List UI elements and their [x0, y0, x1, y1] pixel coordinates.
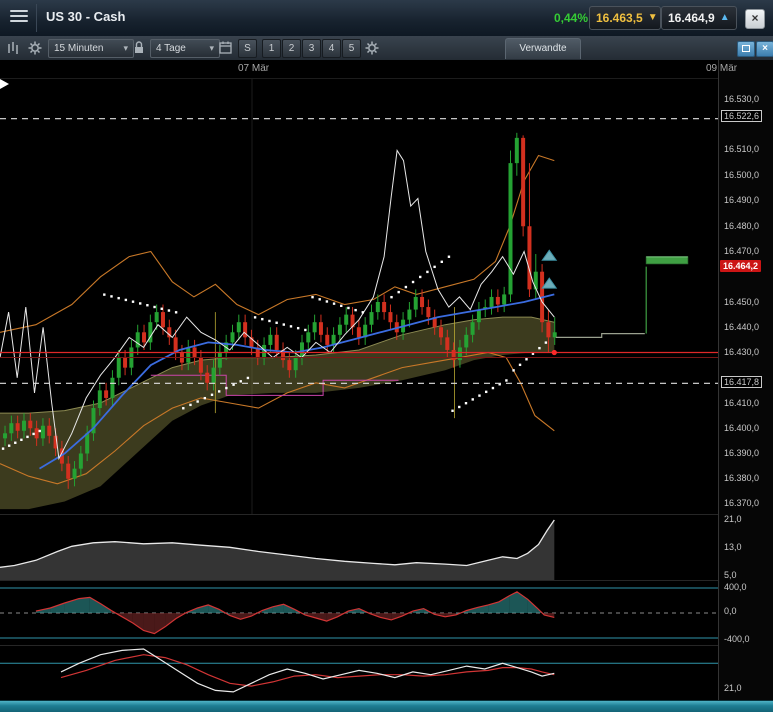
axis-label: 16.410,0 — [724, 398, 759, 408]
axis-label: 16.470,0 — [724, 246, 759, 256]
buy-arrow-icon: ▲ — [720, 13, 730, 23]
preset-button-5[interactable]: 5 — [342, 39, 361, 58]
axis-label: 16.430,0 — [724, 347, 759, 357]
app-window: US 30 - Cash 0,44% 16.463,5 ▼ 16.464,9 ▲… — [0, 0, 773, 712]
axis-label: 16.450,0 — [724, 297, 759, 307]
timeframe-value: 15 Minuten — [54, 43, 103, 54]
axis-label: 16.490,0 — [724, 195, 759, 205]
axis-label: 16.400,0 — [724, 423, 759, 433]
chevron-down-icon: ▾ — [209, 43, 214, 54]
chevron-down-icon: ▾ — [123, 43, 128, 54]
indicator-panel-2[interactable] — [0, 580, 718, 645]
axis-label: 16.380,0 — [724, 473, 759, 483]
chart-toolbar: 15 Minuten ▾ 4 Tage ▾ S12345 Verwandte × — [0, 36, 773, 61]
axis-label: -400,0 — [724, 634, 750, 644]
separator — [0, 645, 773, 646]
separator — [0, 580, 773, 581]
axis-label: 16.530,0 — [724, 94, 759, 104]
axis-label: 16.390,0 — [724, 448, 759, 458]
preset-button-1[interactable]: 1 — [262, 39, 281, 58]
axis-label: 16.480,0 — [724, 221, 759, 231]
axis-label: 21,0 — [724, 514, 742, 524]
chart-type-icon[interactable] — [5, 40, 21, 56]
separator — [0, 514, 773, 515]
price-axis[interactable]: 16.530,0 16.522,6 16.510,0 16.500,0 16.490,0… — [718, 60, 773, 700]
time-axis-label: 07 Mär — [238, 63, 269, 74]
preset-button-2[interactable]: 2 — [282, 39, 301, 58]
price-chart[interactable] — [0, 60, 718, 514]
axis-label: 400,0 — [724, 582, 747, 592]
time-axis-label: 09 Mär — [706, 63, 737, 74]
calendar-icon[interactable] — [218, 40, 234, 56]
buy-button[interactable]: 16.464,9 ▲ — [661, 6, 737, 30]
axis-label: 16.370,0 — [724, 498, 759, 508]
change-percent: 0,44% — [540, 11, 588, 25]
current-price-label: 16.464,2 — [720, 260, 761, 272]
window-close-icon[interactable]: × — [756, 41, 773, 57]
header-bar: US 30 - Cash 0,44% 16.463,5 ▼ 16.464,9 ▲… — [0, 0, 773, 37]
axis-label: 16.510,0 — [724, 144, 759, 154]
axis-label: 5,0 — [724, 570, 737, 580]
sell-arrow-icon: ▼ — [648, 13, 658, 23]
preset-button-3[interactable]: 3 — [302, 39, 321, 58]
chart-settings-gear-icon[interactable] — [27, 40, 43, 56]
axis-label: 21,0 — [724, 683, 742, 693]
window-restore-icon[interactable] — [737, 41, 755, 57]
axis-label: 0,0 — [724, 606, 737, 616]
range-value: 4 Tage — [156, 43, 186, 54]
sell-price: 16.463,5 — [596, 11, 643, 25]
chart-canvas[interactable] — [0, 60, 718, 700]
related-tab[interactable]: Verwandte — [505, 38, 581, 59]
chart-scroll-arrow-icon[interactable] — [0, 79, 9, 89]
close-icon: × — [751, 11, 758, 25]
range-dropdown[interactable]: 4 Tage ▾ — [150, 39, 220, 58]
menu-icon[interactable] — [10, 10, 28, 24]
preset-button-4[interactable]: 4 — [322, 39, 341, 58]
axis-label: 16.417,8 — [721, 376, 762, 388]
indicator-panel-3[interactable] — [0, 645, 718, 700]
axis-label: 16.500,0 — [724, 170, 759, 180]
buy-price: 16.464,9 — [668, 11, 715, 25]
indicator-panel-1[interactable] — [0, 514, 718, 580]
header-divider — [36, 4, 37, 32]
sell-button[interactable]: 16.463,5 ▼ — [589, 6, 661, 30]
lock-icon[interactable] — [132, 40, 148, 56]
separator — [0, 78, 773, 79]
indicator-gear-icon[interactable] — [364, 40, 380, 56]
axis-label: 16.440,0 — [724, 322, 759, 332]
instrument-title: US 30 - Cash — [46, 9, 125, 24]
preset-button-s[interactable]: S — [238, 39, 257, 58]
close-button[interactable]: × — [745, 9, 765, 29]
timeframe-dropdown[interactable]: 15 Minuten ▾ — [48, 39, 134, 58]
axis-label: 16.522,6 — [721, 110, 762, 122]
bottom-frame-bar — [0, 700, 773, 712]
axis-label: 13,0 — [724, 542, 742, 552]
